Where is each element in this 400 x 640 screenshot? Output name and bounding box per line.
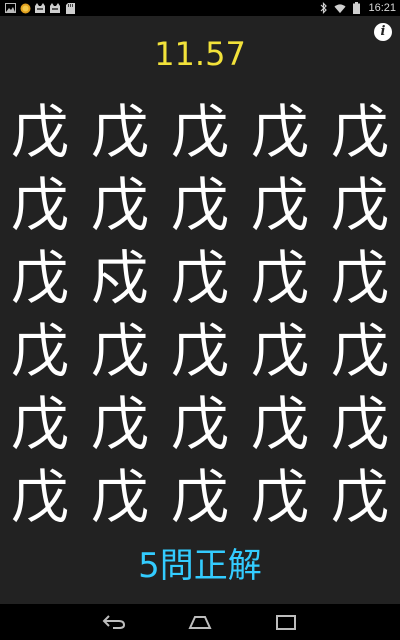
sd-card-icon <box>64 2 76 14</box>
recent-apps-button[interactable] <box>270 610 302 634</box>
kanji-cell[interactable]: 戊 <box>0 461 80 534</box>
timer-display: 11.57 <box>154 35 246 73</box>
notification-icons <box>4 0 76 16</box>
kanji-cell[interactable]: 戊 <box>80 169 160 242</box>
kanji-cell[interactable]: 戊 <box>240 96 320 169</box>
kanji-cell[interactable]: 戊 <box>160 169 240 242</box>
coin-icon <box>19 2 31 14</box>
kanji-cell[interactable]: 戊 <box>320 169 400 242</box>
correct-count: 5問正解 <box>138 546 262 586</box>
kanji-cell[interactable]: 戊 <box>240 461 320 534</box>
system-icons: 16:21 <box>318 0 396 16</box>
kanji-cell[interactable]: 戊 <box>0 315 80 388</box>
home-icon <box>188 616 212 629</box>
kanji-cell[interactable]: 戊 <box>320 315 400 388</box>
wifi-icon <box>334 2 347 14</box>
recent-apps-icon <box>276 615 296 630</box>
kanji-cell[interactable]: 戊 <box>80 315 160 388</box>
kanji-cell[interactable]: 戊 <box>320 96 400 169</box>
kanji-cell[interactable]: 戊 <box>320 461 400 534</box>
game-screen: 16:21 i 11.57 戊戊戊戊戊戊戊戊戊戊戊戍戊戊戊戊戊戊戊戊戊戊戊戊戊戊… <box>0 0 400 640</box>
kanji-cell[interactable]: 戊 <box>160 461 240 534</box>
kanji-cell[interactable]: 戊 <box>80 461 160 534</box>
image-icon <box>4 2 16 14</box>
kanji-cell[interactable]: 戊 <box>0 242 80 315</box>
kanji-cell[interactable]: 戊 <box>240 315 320 388</box>
bluetooth-icon <box>318 2 330 14</box>
kanji-cell[interactable]: 戊 <box>240 388 320 461</box>
kanji-cell[interactable]: 戊 <box>160 315 240 388</box>
cat-notification-icon <box>49 2 61 14</box>
kanji-cell[interactable]: 戊 <box>0 388 80 461</box>
kanji-cell[interactable]: 戊 <box>160 242 240 315</box>
kanji-cell[interactable]: 戍 <box>80 242 160 315</box>
kanji-cell[interactable]: 戊 <box>240 242 320 315</box>
clock: 16:21 <box>368 2 396 14</box>
kanji-cell[interactable]: 戊 <box>80 96 160 169</box>
kanji-cell[interactable]: 戊 <box>80 388 160 461</box>
kanji-cell[interactable]: 戊 <box>320 388 400 461</box>
navigation-bar <box>0 604 400 640</box>
back-icon <box>102 615 126 629</box>
kanji-cell[interactable]: 戊 <box>0 96 80 169</box>
home-button[interactable] <box>184 610 216 634</box>
kanji-cell[interactable]: 戊 <box>240 169 320 242</box>
cat-notification-icon <box>34 2 46 14</box>
kanji-cell[interactable]: 戊 <box>160 96 240 169</box>
battery-icon <box>350 2 362 14</box>
kanji-cell[interactable]: 戊 <box>0 169 80 242</box>
kanji-grid: 戊戊戊戊戊戊戊戊戊戊戊戍戊戊戊戊戊戊戊戊戊戊戊戊戊戊戊戊戊戊 <box>0 96 400 534</box>
status-bar: 16:21 <box>0 0 400 16</box>
back-button[interactable] <box>98 610 130 634</box>
kanji-cell[interactable]: 戊 <box>160 388 240 461</box>
kanji-cell[interactable]: 戊 <box>320 242 400 315</box>
